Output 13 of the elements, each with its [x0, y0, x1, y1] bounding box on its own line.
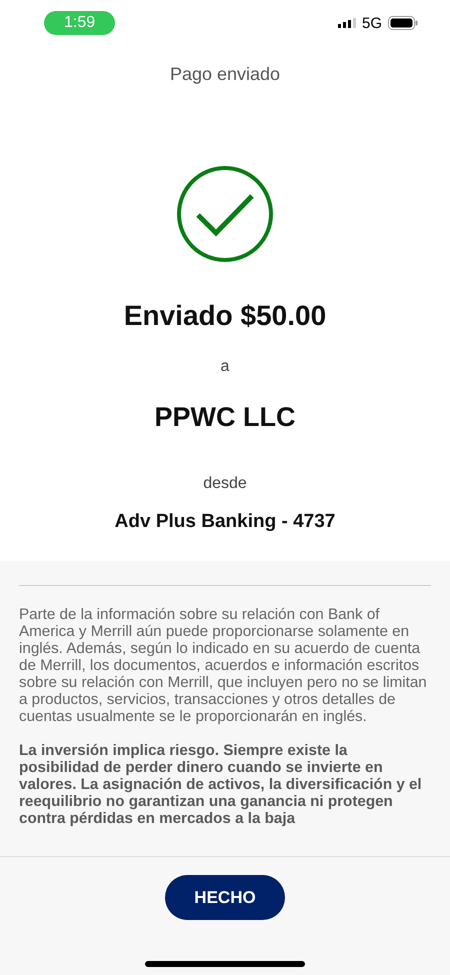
network-label: 5G — [362, 14, 382, 32]
disclosure-paragraph: Parte de la información sobre su relación con Bank of America y Merrill aún puede proporcionarse solamente en inglés. Además, según lo indicado en su acuerdo de cuenta de Merrill, los documentos, acuerdos e información escritos sobre su relación con Merrill, que incluyen pero no se limitan a productos, servicios, transacciones y otros detalles de cuentas usualmente se le proporcionarán en inglés. — [19, 606, 428, 725]
to-label: a — [220, 358, 230, 376]
signal-icon — [338, 18, 356, 28]
done-button[interactable]: HECHO — [165, 875, 285, 920]
page-title: Pago enviado — [168, 64, 282, 85]
amount-text: Enviado $50.00 — [124, 300, 326, 332]
status-time: 1:59 — [44, 11, 116, 35]
battery-icon — [388, 16, 418, 30]
account-name: Adv Plus Banking - 4737 — [114, 511, 336, 533]
recipient-name: PPWC LLC — [154, 402, 296, 433]
from-label: desde — [203, 475, 247, 493]
disclosure-paragraph: La inversión implica riesgo. Siempre existe la posibilidad de perder dinero cuando se invierte en valores. La asignación de activos, la diversificación y el reequilibrio no garantizan una ganancia ni protegen contra pérdidas en mercados a la baja — [19, 742, 423, 827]
